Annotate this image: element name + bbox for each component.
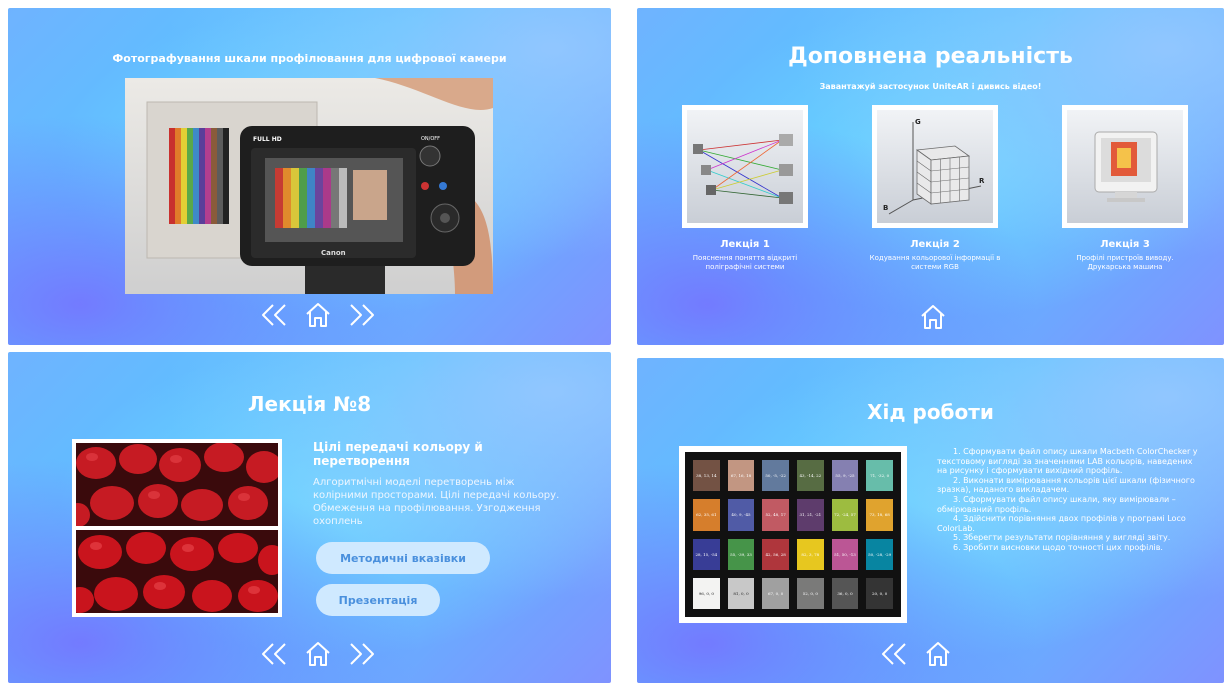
camera-photo-illustration: FULL HD ON/OFF Canon — [125, 78, 493, 294]
color-patch: 38, 13, 14 — [693, 460, 720, 492]
camera-brand: Canon — [321, 249, 346, 257]
home-button[interactable] — [921, 639, 955, 669]
lecture-2-desc: Кодування кольорової інформації в систем… — [869, 254, 1001, 271]
double-chevron-left-icon — [262, 304, 286, 326]
color-patch: 96, 0, 0 — [693, 577, 720, 609]
color-patch: 36, 0, 0 — [831, 577, 859, 609]
rgb-cube-illustration: G B R — [883, 118, 985, 215]
lecture-1-desc: Пояснення поняття відкриті поліграфічні … — [692, 254, 798, 271]
slide-augmented-reality: Доповнена реальність Завантажуй застосун… — [637, 8, 1224, 345]
home-button[interactable] — [301, 639, 335, 669]
lecture-1-image — [682, 105, 808, 228]
procedure-step: 1. Сформувати файл опису шкали Macbeth C… — [937, 447, 1198, 476]
slide2-nav — [916, 302, 950, 332]
color-patch: 52, 48, 17 — [762, 499, 789, 531]
lecture-2-title: Лекція 2 — [910, 239, 960, 250]
color-patch: 50, -5, -22 — [762, 460, 789, 492]
colorchecker-image: 38, 13, 14 67, 16, 18 50, -5, -22 43, -14, … — [679, 446, 907, 623]
color-patch: 82, 3, 78 — [796, 538, 824, 570]
lecture-3-image — [1062, 105, 1188, 228]
color-patch: 28, 15, -54 — [693, 538, 720, 570]
color-patch: 55, -39, 33 — [727, 538, 755, 570]
color-systems-illustration — [693, 134, 793, 204]
strawberries-illustration-top — [76, 443, 278, 526]
lecture-2-image: G B R — [872, 105, 998, 228]
slide-work-procedure: Хід роботи 38, 13, 14 67, 16, 18 50, -5, -… — [637, 358, 1224, 683]
double-chevron-right-icon — [350, 643, 374, 665]
camera-label-fullhd: FULL HD — [253, 136, 282, 143]
slide1-title: Фотографування шкали профілювання для ци… — [112, 52, 507, 65]
prev-button[interactable] — [877, 639, 911, 669]
slide2-title: Доповнена реальність — [788, 44, 1073, 69]
strawberries-top — [76, 443, 278, 526]
color-patch: 73, 18, 68 — [866, 499, 893, 531]
color-patch: 71, -32, 0 — [866, 460, 893, 492]
monitor-illustration — [1094, 131, 1158, 202]
color-patch: 55, 9, -25 — [831, 460, 859, 492]
procedure-step: 3. Сформувати файл опису шкали, яку вимі… — [937, 494, 1176, 514]
slide1-nav — [257, 300, 379, 330]
prev-button[interactable] — [257, 639, 291, 669]
lecture-1-title: Лекція 1 — [720, 239, 770, 250]
color-patch: 50, -28, -29 — [866, 538, 893, 570]
next-button[interactable] — [345, 639, 379, 669]
lecture-heading: Цілі передачі кольору й перетворення — [313, 440, 483, 468]
home-icon — [921, 305, 945, 329]
procedure-step: 2. Виконати вимірювання кольорів цієї шк… — [937, 475, 1195, 495]
slide4-nav — [877, 639, 955, 669]
color-patch: 31, 21, -21 — [796, 499, 824, 531]
lecture-3-title: Лекція 3 — [1100, 239, 1150, 250]
strawberries-photo — [72, 439, 282, 617]
axis-r-label: R — [979, 177, 985, 185]
home-icon — [926, 642, 950, 666]
procedure-steps: 1. Сформувати файл опису шкали Macbeth C… — [937, 447, 1199, 553]
lecture-card-3[interactable]: Лекція 3 Профілі пристроїв виводу. Друка… — [1059, 105, 1191, 272]
slide4-title: Хід роботи — [867, 400, 994, 424]
color-patch: 42, 56, 28 — [762, 538, 789, 570]
color-patch: 20, 0, 0 — [866, 577, 893, 609]
color-patch: 67, 0, 0 — [762, 577, 789, 609]
prev-button[interactable] — [257, 300, 291, 330]
guide-button[interactable]: Методичні вказівки — [316, 542, 490, 574]
color-patch: 67, 16, 18 — [727, 460, 755, 492]
slide2-subtitle: Завантажуй застосунок UniteAR і дивись в… — [819, 82, 1042, 91]
home-button[interactable] — [916, 302, 950, 332]
double-chevron-left-icon — [262, 643, 286, 665]
lecture-3-desc: Профілі пристроїв виводу. Друкарська маш… — [1076, 254, 1174, 271]
slide-camera-profiling: Фотографування шкали профілювання для ци… — [8, 8, 611, 345]
camera-label-onoff: ON/OFF — [421, 136, 440, 142]
lecture-card-1[interactable]: Лекція 1 Пояснення поняття відкриті полі… — [679, 105, 811, 272]
camera-photo: FULL HD ON/OFF Canon — [125, 78, 493, 294]
color-patch: 40, 9, -45 — [727, 499, 755, 531]
strawberries-illustration-bottom — [76, 530, 278, 613]
next-button[interactable] — [345, 300, 379, 330]
color-patch: 52, 0, 0 — [796, 577, 824, 609]
color-patch: 72, -24, 57 — [831, 499, 859, 531]
procedure-step: 6. Зробити висновки щодо точності цих пр… — [953, 542, 1163, 552]
home-icon — [306, 303, 330, 327]
slide3-nav — [257, 639, 379, 669]
double-chevron-right-icon — [350, 304, 374, 326]
procedure-step: 4. Здійснити порівняння двох профілів у … — [937, 514, 1186, 533]
axis-g-label: G — [915, 118, 921, 126]
lecture-body: Алгоритмічні моделі перетворень між колі… — [313, 477, 560, 527]
lecture-card-2[interactable]: G B R Лекція 2 Кодування кольорової інфо… — [869, 105, 1001, 272]
color-patch: 62, 35, 61 — [693, 499, 720, 531]
double-chevron-left-icon — [882, 643, 906, 665]
procedure-step: 5. Зберегти результати порівняння у вигл… — [953, 533, 1171, 543]
presentation-button[interactable]: Презентація — [316, 584, 440, 616]
home-icon — [306, 642, 330, 666]
strawberries-bottom — [76, 530, 278, 613]
slide-lecture-8: Лекція №8 Цілі передачі кольору й перетв… — [8, 352, 611, 683]
colorchecker-grid: 38, 13, 14 67, 16, 18 50, -5, -22 43, -14, … — [685, 452, 901, 617]
color-patch: 51, 50, -13 — [831, 538, 859, 570]
home-button[interactable] — [301, 300, 335, 330]
slide3-title: Лекція №8 — [247, 392, 372, 416]
color-patch: 81, 0, 0 — [727, 577, 755, 609]
axis-b-label: B — [883, 204, 888, 212]
color-patch: 43, -14, 22 — [796, 460, 824, 492]
